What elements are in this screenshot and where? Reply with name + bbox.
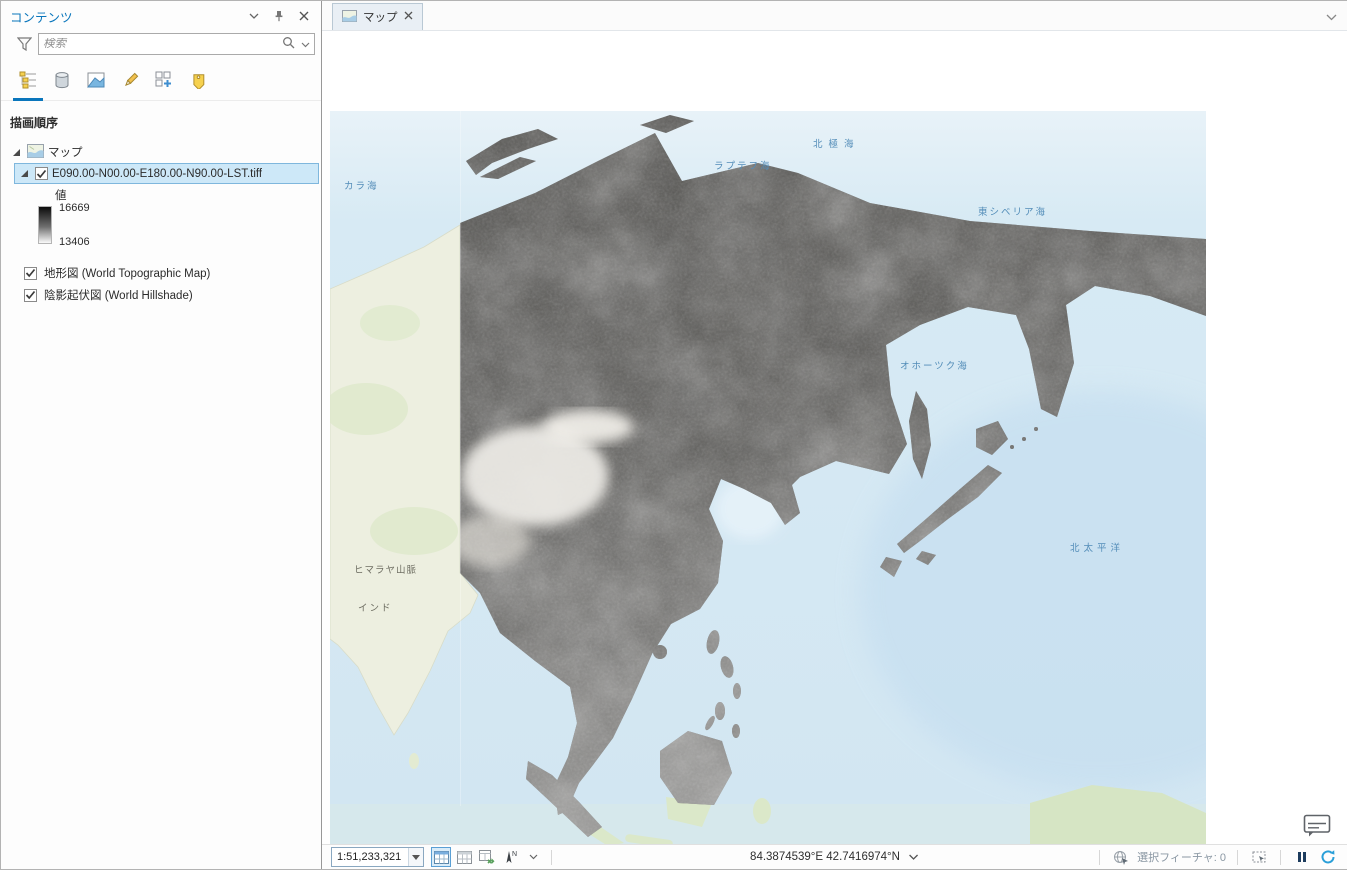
selection-box-icon[interactable] [1249, 847, 1269, 867]
expand-collapse-icon[interactable] [9, 145, 23, 159]
sea-label: ラプテフ海 [714, 160, 772, 172]
map-canvas[interactable]: 北極海 カラ海 ラプテフ海 東シベリア海 オホーツク海 北太平洋 ヒマラヤ山脈 … [322, 31, 1347, 844]
raster-layer-name: E090.00-N00.00-E180.00-N90.00-LST.tiff [52, 167, 263, 180]
tree-row-map[interactable]: マップ [1, 141, 321, 163]
list-by-snapping-icon[interactable] [153, 70, 175, 90]
active-tool-underline [13, 98, 43, 101]
statusbar-right-tools: 選択フィーチャ: 0 [1094, 847, 1338, 867]
view-tab-strip: マップ [322, 1, 1347, 31]
legend-color-ramp [38, 206, 52, 244]
pane-pin-icon[interactable] [270, 7, 288, 25]
pane-close-icon[interactable] [295, 7, 313, 25]
topographic-layer-name: 地形図 (World Topographic Map) [44, 268, 211, 280]
tree-row-hillshade-layer[interactable]: 陰影起伏図 (World Hillshade) [24, 284, 321, 306]
north-arrow-icon[interactable]: N [500, 847, 520, 867]
divider [551, 849, 552, 865]
map-view-tab[interactable]: マップ [332, 3, 423, 30]
refresh-table-icon[interactable] [477, 847, 497, 867]
map-thumbnail-icon [27, 143, 44, 161]
divider [1099, 849, 1101, 865]
view-area: マップ 北極海 カラ海 ラプテフ海 東シベリア海 オホーツク海 北太平洋 ヒマラ… [322, 1, 1347, 869]
search-row [1, 31, 321, 61]
tab-strip-chevron-icon[interactable] [1326, 10, 1337, 24]
divider [1280, 849, 1281, 865]
selected-features-status: 選択フィーチャ: 0 [1137, 852, 1226, 864]
status-bar: N 84.3874539°E 42.7416974°N 選択フィーチャ: 0 [322, 844, 1347, 869]
layer-visibility-checkbox[interactable] [35, 167, 48, 180]
coordinate-readout[interactable]: 84.3874539°E 42.7416974°N [750, 851, 919, 863]
search-box [38, 33, 315, 55]
pane-collapse-chevron-icon[interactable] [245, 7, 263, 25]
legend-min-value: 13406 [59, 236, 90, 248]
coordinates-text: 84.3874539°E 42.7416974°N [750, 851, 900, 863]
sea-label: 北極海 [813, 138, 860, 150]
coords-chevron-icon[interactable] [909, 851, 919, 863]
pane-title: コンテンツ [10, 10, 73, 25]
legend-ramp-row: 16669 13406 [38, 202, 321, 248]
list-by-editing-icon[interactable] [119, 70, 141, 90]
hillshade-layer-name: 陰影起伏図 (World Hillshade) [44, 290, 193, 302]
list-by-data-source-icon[interactable] [51, 70, 73, 90]
legend-max-value: 16669 [59, 202, 90, 214]
svg-text:N: N [512, 851, 517, 858]
list-by-selection-icon[interactable] [85, 70, 107, 90]
map-notification-icon[interactable] [1303, 814, 1331, 837]
attribute-table-icon[interactable] [431, 847, 451, 867]
map-root-label: マップ [48, 147, 83, 159]
scale-input[interactable] [332, 848, 408, 866]
layers-tree: マップ E090.00-N00.00-E180.00-N90.00-LST.ti… [1, 141, 321, 306]
grid-table-icon[interactable] [454, 847, 474, 867]
arcgis-pro-window: コンテンツ 検索 描画順序 マップ E090.00-N00.00-E180.00… [0, 0, 1347, 870]
land-label: インド [358, 603, 393, 614]
sea-label: オホーツク海 [900, 360, 969, 372]
drawing-order-header: 描画順序 [10, 116, 59, 130]
search-input[interactable] [43, 38, 282, 50]
legend-value-label: 値 [55, 190, 67, 202]
sea-label: 北太平洋 [1070, 542, 1124, 554]
layer-visibility-checkbox[interactable] [24, 266, 37, 280]
tree-row-raster-layer[interactable]: E090.00-N00.00-E180.00-N90.00-LST.tiff [14, 163, 319, 184]
expand-collapse-icon[interactable] [17, 167, 31, 181]
list-by-drawing-order-icon[interactable] [17, 70, 39, 90]
statusbar-view-tools: N [431, 847, 557, 867]
raster-extent-edge [460, 111, 461, 806]
scale-dropdown-icon[interactable] [408, 848, 423, 866]
contents-pane-header: コンテンツ [1, 1, 321, 31]
sea-label: 東シベリア海 [978, 206, 1047, 218]
layer-visibility-checkbox[interactable] [24, 288, 37, 302]
refresh-map-icon[interactable] [1318, 847, 1338, 867]
contents-pane: コンテンツ 検索 描画順序 マップ E090.00-N00.00-E180.00… [1, 1, 322, 869]
map-tab-icon [342, 9, 357, 25]
list-by-labeling-icon[interactable] [187, 70, 209, 90]
scale-combo [331, 847, 424, 867]
tab-close-icon[interactable] [404, 11, 413, 23]
contents-toolbar [1, 61, 321, 101]
pause-drawing-icon[interactable] [1292, 847, 1312, 867]
filter-icon[interactable] [15, 35, 33, 53]
map-image[interactable]: 北極海 カラ海 ラプテフ海 東シベリア海 オホーツク海 北太平洋 ヒマラヤ山脈 … [330, 111, 1206, 844]
north-options-chevron-icon[interactable] [523, 847, 543, 867]
land-label: ヒマラヤ山脈 [354, 564, 417, 576]
search-options-chevron-icon[interactable] [301, 37, 310, 51]
selection-globe-icon [1111, 847, 1131, 867]
tree-row-topographic-layer[interactable]: 地形図 (World Topographic Map) [24, 262, 321, 284]
sea-label: カラ海 [344, 180, 379, 192]
map-tab-label: マップ [363, 12, 398, 24]
divider [1237, 849, 1238, 865]
search-icon[interactable] [282, 36, 295, 52]
